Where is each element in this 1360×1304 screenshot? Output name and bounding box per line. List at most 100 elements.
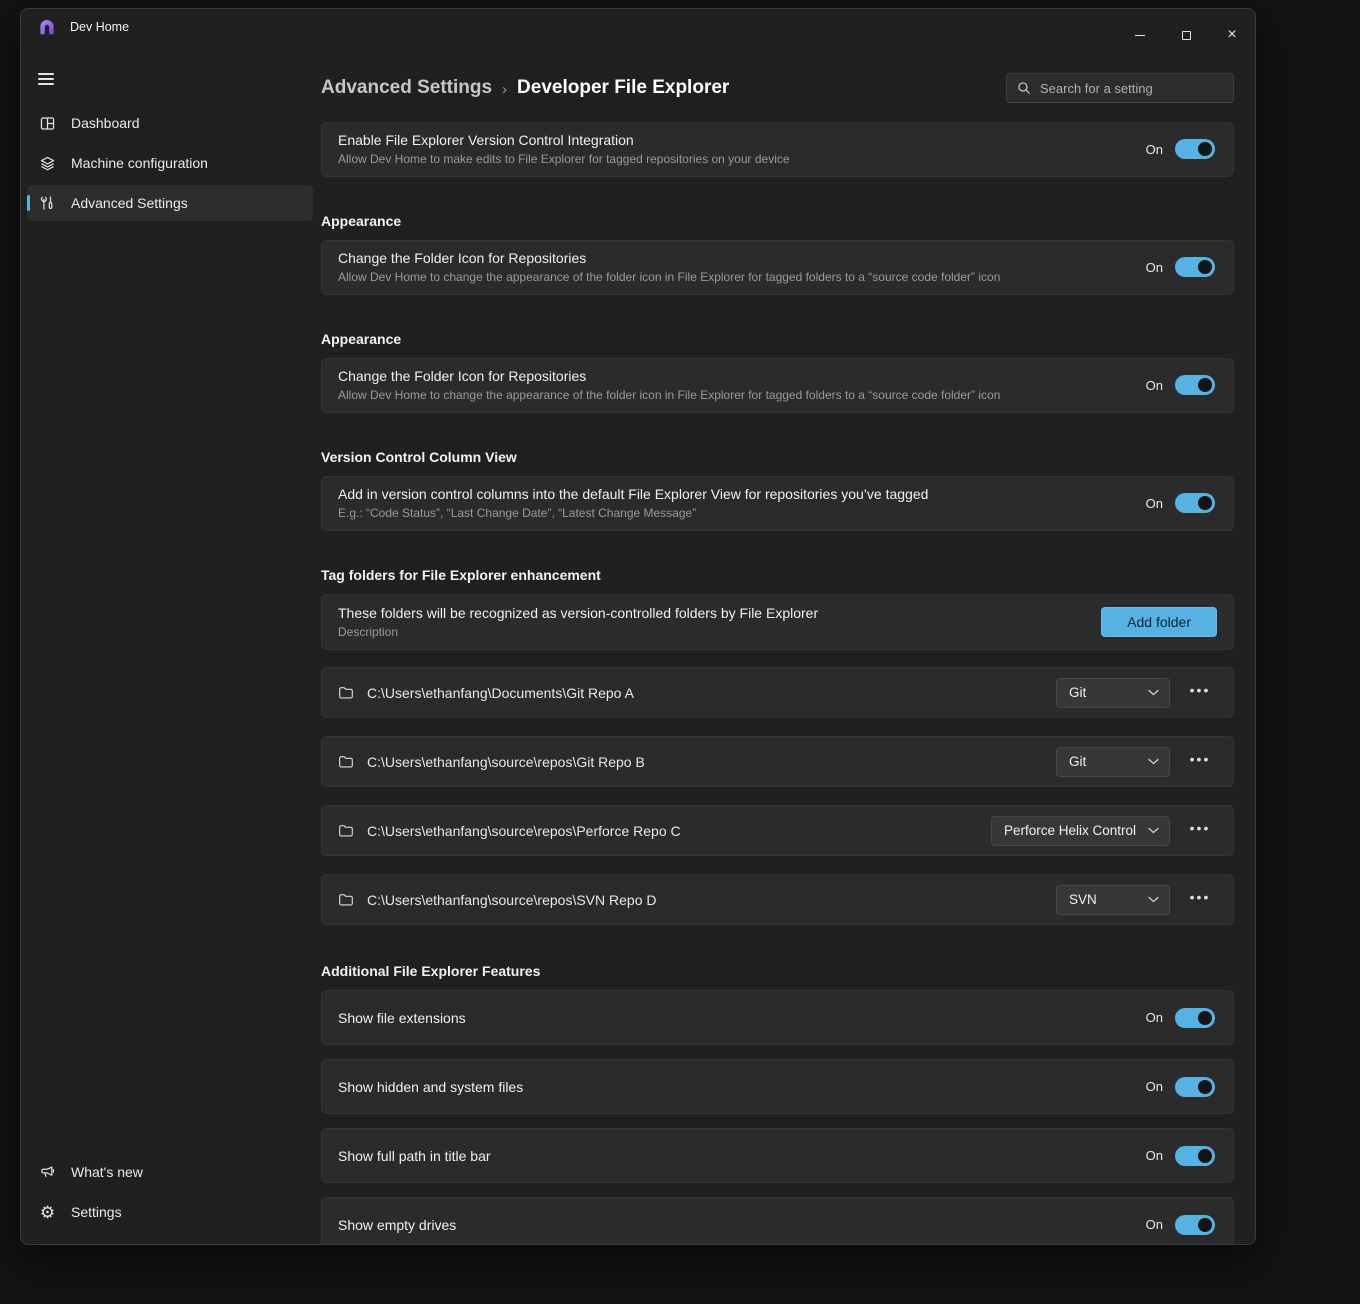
- minimize-button[interactable]: [1117, 17, 1163, 53]
- dev-tools-icon: [39, 195, 56, 212]
- dashboard-icon: [39, 115, 56, 132]
- folder-icon: [338, 685, 354, 700]
- vcs-dropdown[interactable]: Git: [1056, 747, 1170, 777]
- show-full-path-toggle[interactable]: [1175, 1146, 1215, 1166]
- tagged-folders-list: C:\Users\ethanfang\Documents\Git Repo A …: [321, 667, 1234, 925]
- toggle-state-label: On: [1146, 1079, 1163, 1094]
- sidebar-item-label: Advanced Settings: [71, 195, 188, 211]
- setting-card-show-hidden-files: Show hidden and system files On: [321, 1059, 1234, 1114]
- search-icon: [1017, 81, 1031, 95]
- setting-title: Show file extensions: [338, 1010, 466, 1026]
- setting-card-show-full-path: Show full path in title bar On: [321, 1128, 1234, 1183]
- app-title: Dev Home: [70, 20, 129, 34]
- setting-title: These folders will be recognized as vers…: [338, 605, 818, 621]
- setting-description: Allow Dev Home to make edits to File Exp…: [338, 152, 790, 166]
- tag-folders-card: These folders will be recognized as vers…: [321, 594, 1234, 650]
- vcs-dropdown-value: Git: [1069, 754, 1086, 769]
- additional-features-list: Show file extensions On Show hidden and …: [321, 990, 1234, 1244]
- setting-card-show-file-extensions: Show file extensions On: [321, 990, 1234, 1045]
- enable-integration-toggle[interactable]: [1175, 139, 1215, 159]
- chevron-down-icon: [1148, 758, 1159, 765]
- folder-row: C:\Users\ethanfang\source\repos\Perforce…: [321, 805, 1234, 856]
- folder-icon: [338, 823, 354, 838]
- vcs-dropdown-value: Perforce Helix Control: [1004, 823, 1136, 838]
- sidebar-item-advanced-settings[interactable]: Advanced Settings: [27, 185, 313, 221]
- setting-description: E.g.: “Code Status”, “Last Change Date”,…: [338, 506, 928, 520]
- folder-icon-toggle-1[interactable]: [1175, 257, 1215, 277]
- sidebar-item-settings[interactable]: ⚙ Settings: [27, 1194, 313, 1230]
- chevron-down-icon: [1148, 689, 1159, 696]
- more-options-button[interactable]: •••: [1185, 889, 1215, 911]
- section-heading-appearance: Appearance: [321, 213, 1234, 229]
- setting-title: Show full path in title bar: [338, 1148, 491, 1164]
- folder-path: C:\Users\ethanfang\source\repos\SVN Repo…: [367, 892, 1043, 908]
- folder-icon: [338, 892, 354, 907]
- setting-title: Change the Folder Icon for Repositories: [338, 250, 1000, 266]
- more-options-button[interactable]: •••: [1185, 751, 1215, 773]
- layers-icon: [39, 155, 56, 172]
- setting-title: Change the Folder Icon for Repositories: [338, 368, 1000, 384]
- sidebar: Dashboard Machine configuration: [21, 55, 321, 1244]
- nav-menu-button[interactable]: [35, 63, 73, 95]
- folder-row: C:\Users\ethanfang\source\repos\SVN Repo…: [321, 874, 1234, 925]
- close-button[interactable]: ×: [1209, 17, 1255, 53]
- setting-title: Add in version control columns into the …: [338, 486, 928, 502]
- toggle-state-label: On: [1146, 142, 1163, 157]
- toggle-state-label: On: [1146, 378, 1163, 393]
- vcs-dropdown[interactable]: SVN: [1056, 885, 1170, 915]
- folder-path: C:\Users\ethanfang\source\repos\Perforce…: [367, 823, 978, 839]
- setting-title: Show empty drives: [338, 1217, 456, 1233]
- gear-icon: ⚙: [39, 1204, 56, 1221]
- toggle-state-label: On: [1146, 496, 1163, 511]
- sidebar-item-label: What's new: [71, 1164, 143, 1180]
- show-empty-drives-toggle[interactable]: [1175, 1215, 1215, 1235]
- search-input[interactable]: [1040, 81, 1223, 96]
- chevron-right-icon: ›: [502, 79, 507, 98]
- section-heading-additional-features: Additional File Explorer Features: [321, 963, 1234, 979]
- setting-card-folder-icon-1: Change the Folder Icon for Repositories …: [321, 240, 1234, 295]
- dev-home-logo-icon: [37, 17, 57, 37]
- folder-row: C:\Users\ethanfang\Documents\Git Repo A …: [321, 667, 1234, 718]
- maximize-button[interactable]: [1163, 17, 1209, 53]
- maximize-icon: [1182, 31, 1191, 40]
- section-heading-appearance-2: Appearance: [321, 331, 1234, 347]
- setting-description: Allow Dev Home to change the appearance …: [338, 388, 1000, 402]
- show-file-extensions-toggle[interactable]: [1175, 1008, 1215, 1028]
- column-view-toggle[interactable]: [1175, 493, 1215, 513]
- show-hidden-files-toggle[interactable]: [1175, 1077, 1215, 1097]
- sidebar-item-whats-new[interactable]: What's new: [27, 1154, 313, 1190]
- folder-path: C:\Users\ethanfang\Documents\Git Repo A: [367, 685, 1043, 701]
- sidebar-item-label: Machine configuration: [71, 155, 208, 171]
- toggle-state-label: On: [1146, 1010, 1163, 1025]
- close-icon: ×: [1227, 27, 1236, 43]
- setting-description: Allow Dev Home to change the appearance …: [338, 270, 1000, 284]
- vcs-dropdown[interactable]: Git: [1056, 678, 1170, 708]
- chevron-down-icon: [1148, 827, 1159, 834]
- sidebar-item-label: Settings: [71, 1204, 122, 1220]
- vcs-dropdown-value: SVN: [1069, 892, 1097, 907]
- setting-title: Show hidden and system files: [338, 1079, 523, 1095]
- add-folder-button[interactable]: Add folder: [1101, 607, 1217, 637]
- titlebar: Dev Home ×: [21, 9, 1255, 55]
- search-box[interactable]: [1006, 73, 1234, 103]
- sidebar-item-machine-configuration[interactable]: Machine configuration: [27, 145, 313, 181]
- more-options-button[interactable]: •••: [1185, 820, 1215, 842]
- sidebar-item-label: Dashboard: [71, 115, 140, 131]
- vcs-dropdown[interactable]: Perforce Helix Control: [991, 816, 1170, 846]
- more-options-button[interactable]: •••: [1185, 682, 1215, 704]
- megaphone-icon: [39, 1164, 56, 1181]
- setting-card-show-empty-drives: Show empty drives On: [321, 1197, 1234, 1244]
- app-window: Dev Home × Dashboard: [20, 8, 1256, 1245]
- sidebar-item-dashboard[interactable]: Dashboard: [27, 105, 313, 141]
- section-heading-column-view: Version Control Column View: [321, 449, 1234, 465]
- toggle-state-label: On: [1146, 1148, 1163, 1163]
- breadcrumb: Advanced Settings › Developer File Explo…: [321, 77, 729, 99]
- breadcrumb-parent[interactable]: Advanced Settings: [321, 77, 492, 99]
- hamburger-icon: [38, 73, 54, 75]
- folder-icon-toggle-2[interactable]: [1175, 375, 1215, 395]
- setting-title: Enable File Explorer Version Control Int…: [338, 132, 790, 148]
- folder-row: C:\Users\ethanfang\source\repos\Git Repo…: [321, 736, 1234, 787]
- setting-card-folder-icon-2: Change the Folder Icon for Repositories …: [321, 358, 1234, 413]
- vcs-dropdown-value: Git: [1069, 685, 1086, 700]
- minimize-icon: [1135, 35, 1145, 36]
